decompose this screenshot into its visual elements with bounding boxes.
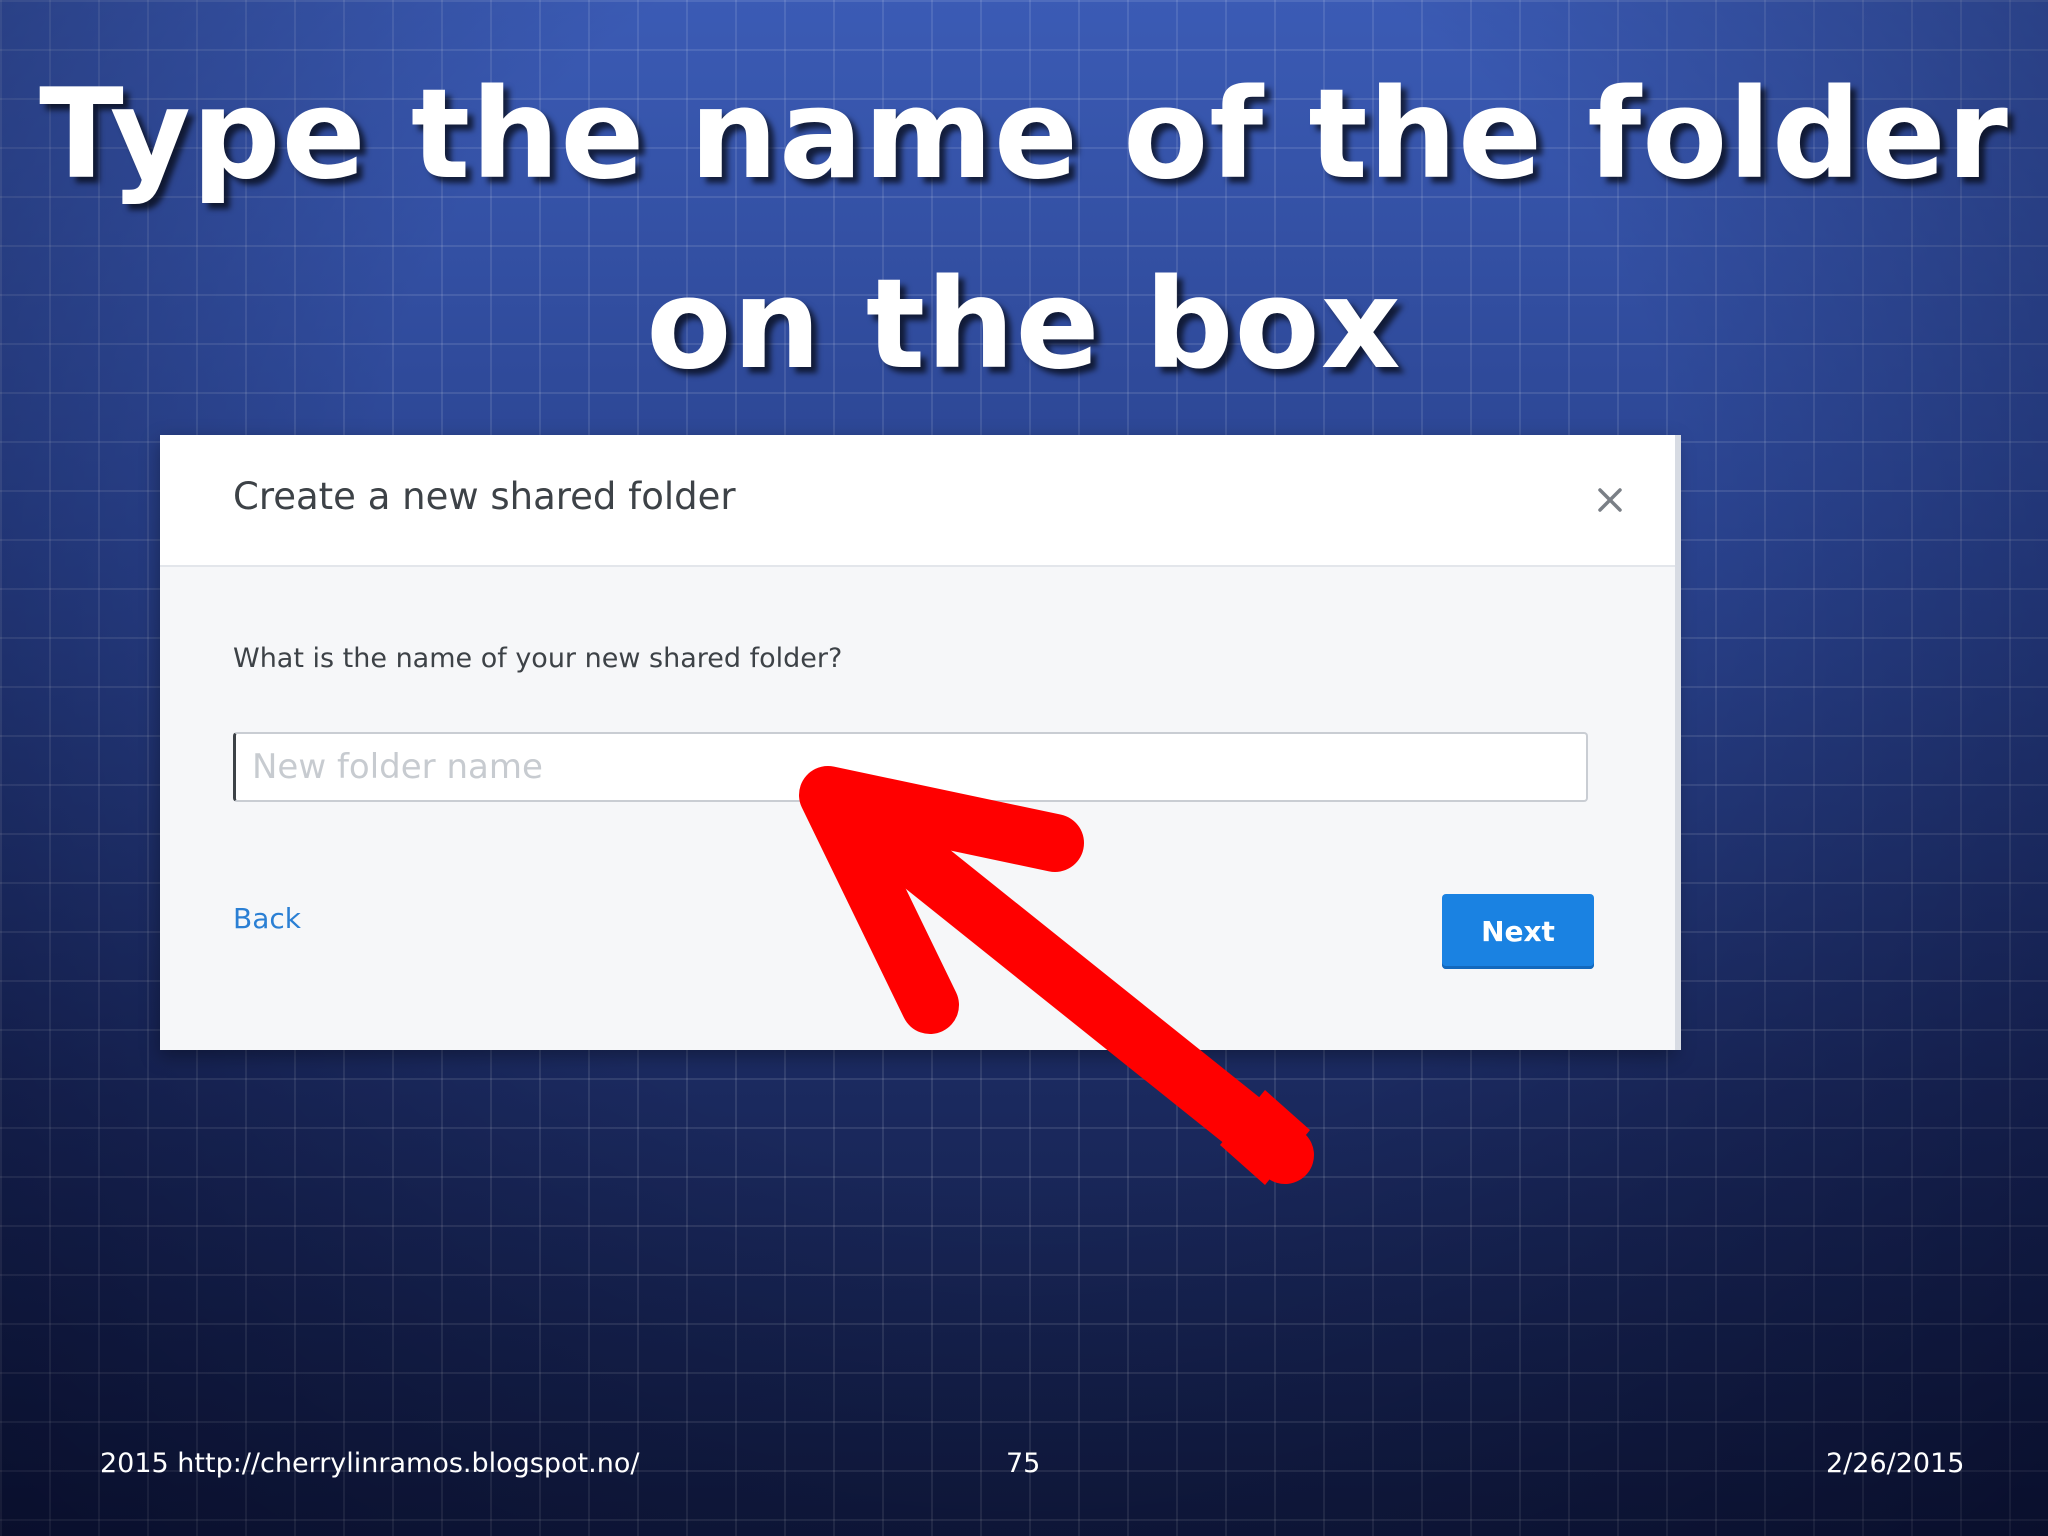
dialog-title: Create a new shared folder (233, 475, 736, 518)
footer-slide-number: 75 (1006, 1448, 1041, 1479)
folder-name-input[interactable] (233, 732, 1588, 802)
next-button[interactable]: Next (1442, 894, 1594, 969)
slide-title-line-2: on the box (646, 253, 1402, 397)
create-shared-folder-dialog: Create a new shared folder What is the n… (160, 435, 1675, 1050)
close-icon-glyph (1598, 488, 1622, 512)
slide-title-line-1: Type the name of the folder (39, 63, 2009, 207)
close-icon[interactable] (1585, 475, 1635, 525)
footer-source: 2015 http://cherrylinramos.blogspot.no/ (100, 1448, 640, 1479)
folder-name-prompt: What is the name of your new shared fold… (233, 643, 843, 674)
footer-date: 2/26/2015 (1826, 1448, 1965, 1479)
back-link[interactable]: Back (233, 902, 301, 935)
dialog-header: Create a new shared folder (160, 435, 1675, 567)
slide-title: Type the name of the folder on the box (0, 40, 2048, 420)
